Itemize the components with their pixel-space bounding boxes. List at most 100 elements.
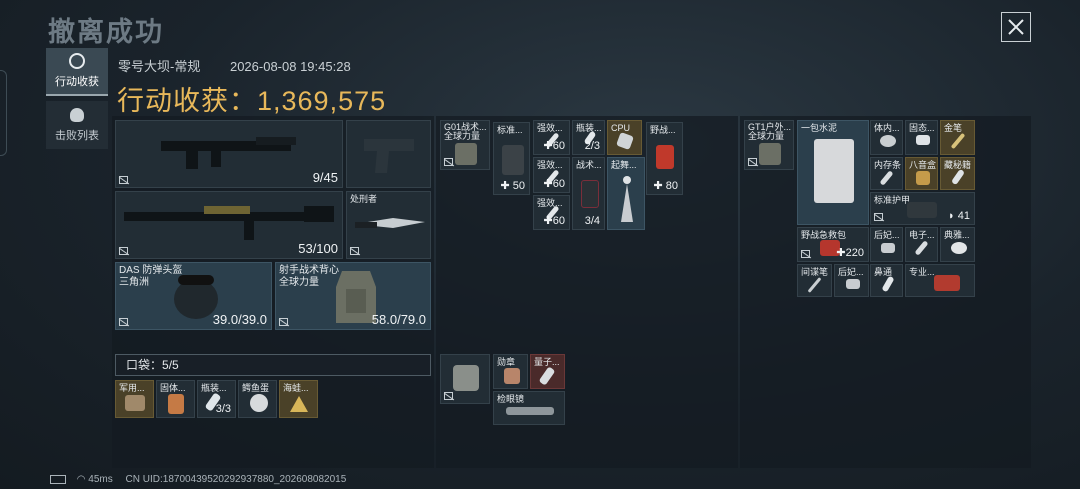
count-value: 220 [845, 247, 864, 259]
item-label: 鳄鱼蛋 [242, 383, 270, 393]
user-uid: CN UID:18700439520292937880_20260808201​… [125, 474, 347, 485]
grid-item[interactable]: 专业... [905, 264, 975, 297]
pen-icon [950, 132, 966, 150]
secondary-weapon-slot[interactable]: 53/100 [115, 191, 343, 259]
pocket-item[interactable]: 瓶装... 3/3 [197, 380, 236, 418]
pocket-item[interactable]: 固体... [156, 380, 195, 418]
tab-loot[interactable]: 行动收获 [46, 48, 108, 96]
pistol-icon [364, 139, 414, 173]
tactical-icon [581, 180, 599, 208]
pouch-slot[interactable] [440, 354, 490, 404]
spy-pen-icon [807, 277, 822, 293]
page-title: 撤离成功 [48, 17, 164, 47]
wifi-icon: ◠ [76, 474, 86, 485]
item-label: 标准... [497, 125, 523, 135]
grid-item[interactable]: 体内... [870, 120, 903, 155]
book-icon [950, 168, 966, 186]
item-label: 强效... [537, 160, 563, 170]
machine-gun-icon [124, 206, 334, 240]
secondary-ammo: 53/100 [298, 241, 338, 256]
grid-item[interactable]: 八音盒 [905, 157, 938, 190]
backpack-slot[interactable]: G01战术... 全球力量 [440, 120, 490, 170]
pocket-item[interactable]: 海蛙... [279, 380, 318, 418]
pocket-header: 口袋：5/5 [115, 354, 431, 376]
medkit-icon [656, 145, 674, 169]
item-label: 内存条 [874, 160, 902, 170]
jewelry-icon [846, 279, 860, 289]
item-label: 体内... [874, 123, 900, 133]
item-label: 野战... [650, 125, 676, 135]
grid-item[interactable]: 典雅... [940, 227, 975, 262]
vest-name: 射手战术背心 全球力量 [279, 265, 339, 289]
grid-item[interactable]: 检眼镜 [493, 391, 565, 425]
cement-bag-icon [814, 139, 854, 203]
lock-icon [279, 318, 288, 326]
primary-ammo: 9/45 [312, 170, 338, 185]
grid-item[interactable]: 一包水泥 [797, 120, 869, 225]
grid-item[interactable]: CPU [607, 120, 642, 155]
grid-item[interactable]: 后妃... [834, 264, 869, 297]
item-label: 强效... [537, 123, 563, 133]
fuel-icon [168, 394, 184, 414]
grid-item[interactable]: 量子... [530, 354, 565, 389]
lock-icon [119, 247, 128, 255]
grid-item[interactable]: 后妃... [870, 227, 903, 262]
backpack-slot[interactable]: GT1户外... 全球力量 [744, 120, 794, 170]
primary-weapon-slot[interactable]: 9/45 [115, 120, 343, 188]
grid-item[interactable]: 电子... [905, 227, 938, 262]
knife-icon [355, 218, 425, 228]
close-button[interactable] [1001, 12, 1031, 42]
lock-icon [748, 158, 757, 166]
nasal-spray-icon [881, 275, 895, 293]
teacup-icon [951, 242, 967, 254]
grid-item[interactable]: 强效... ✚60 [533, 195, 570, 230]
grid-item[interactable]: 野战... ✚ 80 [646, 122, 683, 195]
bag-brand: 全球力量 [444, 131, 481, 141]
grid-item[interactable]: 金笔 [940, 120, 975, 155]
memory-icon [879, 170, 894, 186]
grid-item[interactable]: 内存条 [870, 157, 903, 190]
grid-item[interactable]: 标准护甲... ◗ 41 [870, 192, 975, 225]
grid-item[interactable]: 固态... [905, 120, 938, 155]
tab-kills[interactable]: 击败列表 [46, 101, 108, 149]
pocket-item[interactable]: 军用... [115, 380, 154, 418]
status-bar: ◠ 45ms CN UID:18700439520292937880_20260… [50, 474, 346, 485]
count-value: 60 [552, 215, 565, 227]
secondary-weapon-empty-slot[interactable] [346, 120, 431, 188]
helmet-slot[interactable]: DAS 防弹头盔 三角洲 39.0/39.0 [115, 262, 272, 330]
pocket-label: 口袋： [126, 358, 163, 372]
pocket-item[interactable]: 鳄鱼蛋 [238, 380, 277, 418]
ration-icon [125, 395, 145, 411]
grid-item[interactable]: 鼻通 [870, 264, 903, 297]
lock-icon [444, 158, 453, 166]
item-label: 海蛙... [283, 383, 309, 393]
pouch-icon [453, 365, 479, 391]
item-label: 起舞... [611, 160, 637, 170]
grid-item[interactable]: 战术... 3/4 [572, 157, 605, 230]
grid-item[interactable]: 瓶装... 2/3 [572, 120, 605, 155]
item-label: 藏秘籍 [944, 160, 972, 170]
item-label: 固体... [160, 383, 186, 393]
grid-item[interactable]: 藏秘籍 [940, 157, 975, 190]
grid-item[interactable]: 勋章 [493, 354, 528, 389]
item-label: 战术... [576, 160, 602, 170]
vest-slot[interactable]: 射手战术背心 全球力量 58.0/79.0 [275, 262, 431, 330]
grid-item[interactable]: 强效... ✚60 [533, 120, 570, 155]
lock-icon [119, 176, 128, 184]
cpu-icon [616, 132, 634, 150]
backpack-icon [455, 143, 477, 165]
item-count: ✚60 [543, 215, 565, 227]
close-icon [1008, 19, 1024, 35]
side-handle[interactable] [0, 70, 7, 156]
vest-label: 射手战术背心 [279, 265, 339, 276]
melee-slot[interactable]: 处刑者 [346, 191, 431, 259]
grid-item[interactable]: 野战急救包 ✚220 [797, 227, 869, 262]
grid-item[interactable]: 起舞... [607, 157, 645, 230]
grid-item[interactable]: 标准... ✚ 50 [493, 122, 530, 195]
grid-item[interactable]: 强效... ✚60 [533, 157, 570, 193]
loot-value-amount: 1,369,575 [257, 86, 387, 116]
grid-item[interactable]: 间谍笔 [797, 264, 832, 297]
armor-repair-icon [907, 202, 937, 218]
item-count: ✚220 [836, 247, 864, 259]
item-count: ✚ 50 [500, 180, 525, 192]
